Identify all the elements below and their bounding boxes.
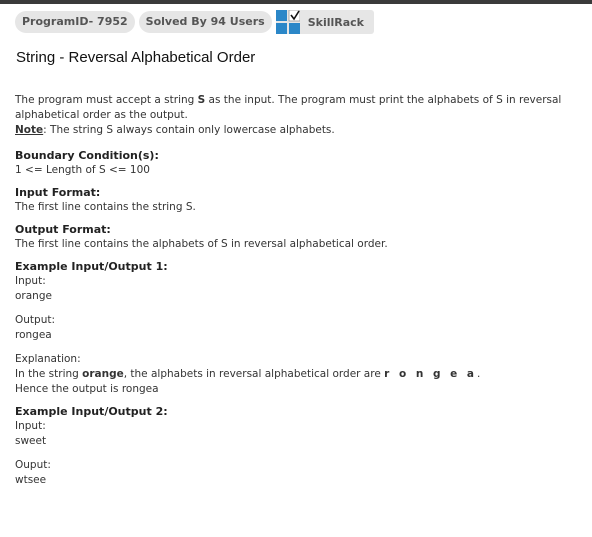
note-label: Note bbox=[15, 124, 44, 136]
solved-by-badge: Solved By 94 Users bbox=[138, 11, 272, 33]
input-format-heading: Input Format: bbox=[15, 186, 101, 199]
example2-heading: Example Input/Output 2: bbox=[15, 405, 168, 418]
skillrack-logo-icon bbox=[275, 10, 300, 34]
note-body: : The string S always contain only lower… bbox=[43, 124, 335, 136]
boundary-heading: Boundary Condition(s): bbox=[15, 149, 159, 162]
problem-description: The program must accept a string S as th… bbox=[15, 93, 580, 488]
explanation-letters: r o n g e a bbox=[384, 368, 477, 380]
example2-input: sweet bbox=[15, 435, 47, 447]
explanation-part: . bbox=[477, 368, 481, 380]
example2-output-label: Ouput: bbox=[15, 459, 51, 471]
input-format-text: The first line contains the string S. bbox=[15, 201, 196, 213]
explanation-label: Explanation: bbox=[15, 353, 81, 365]
example1-output-label: Output: bbox=[15, 314, 56, 326]
description-text: The program must accept a string S as th… bbox=[15, 93, 580, 123]
note-text: Note: The string S always contain only l… bbox=[15, 123, 580, 138]
boundary-text: 1 <= Length of S <= 100 bbox=[15, 164, 150, 176]
explanation-part: , the alphabets in reversal alphabetical… bbox=[123, 368, 385, 380]
brand-name: SkillRack bbox=[307, 15, 364, 29]
skillrack-brand[interactable]: SkillRack bbox=[275, 10, 374, 34]
description-part: The program must accept a string bbox=[15, 94, 198, 106]
header-badges: ProgramID- 7952 Solved By 94 Users Skill… bbox=[15, 10, 374, 34]
page-title: String - Reversal Alphabetical Order bbox=[16, 49, 256, 66]
explanation-line2: Hence the output is rongea bbox=[15, 383, 159, 395]
explanation-word: orange bbox=[82, 368, 124, 380]
example1-output: rongea bbox=[15, 329, 52, 341]
example2-output: wtsee bbox=[15, 474, 47, 486]
top-border bbox=[0, 0, 592, 4]
program-id-badge: ProgramID- 7952 bbox=[15, 11, 135, 33]
example1-input: orange bbox=[15, 290, 52, 302]
example2-input-label: Input: bbox=[15, 420, 46, 432]
example1-heading: Example Input/Output 1: bbox=[15, 260, 168, 273]
example1-input-label: Input: bbox=[15, 275, 46, 287]
output-format-heading: Output Format: bbox=[15, 223, 111, 236]
explanation-text: In the string orange, the alphabets in r… bbox=[15, 367, 580, 382]
explanation-part: In the string bbox=[15, 368, 83, 380]
output-format-text: The first line contains the alphabets of… bbox=[15, 238, 388, 250]
